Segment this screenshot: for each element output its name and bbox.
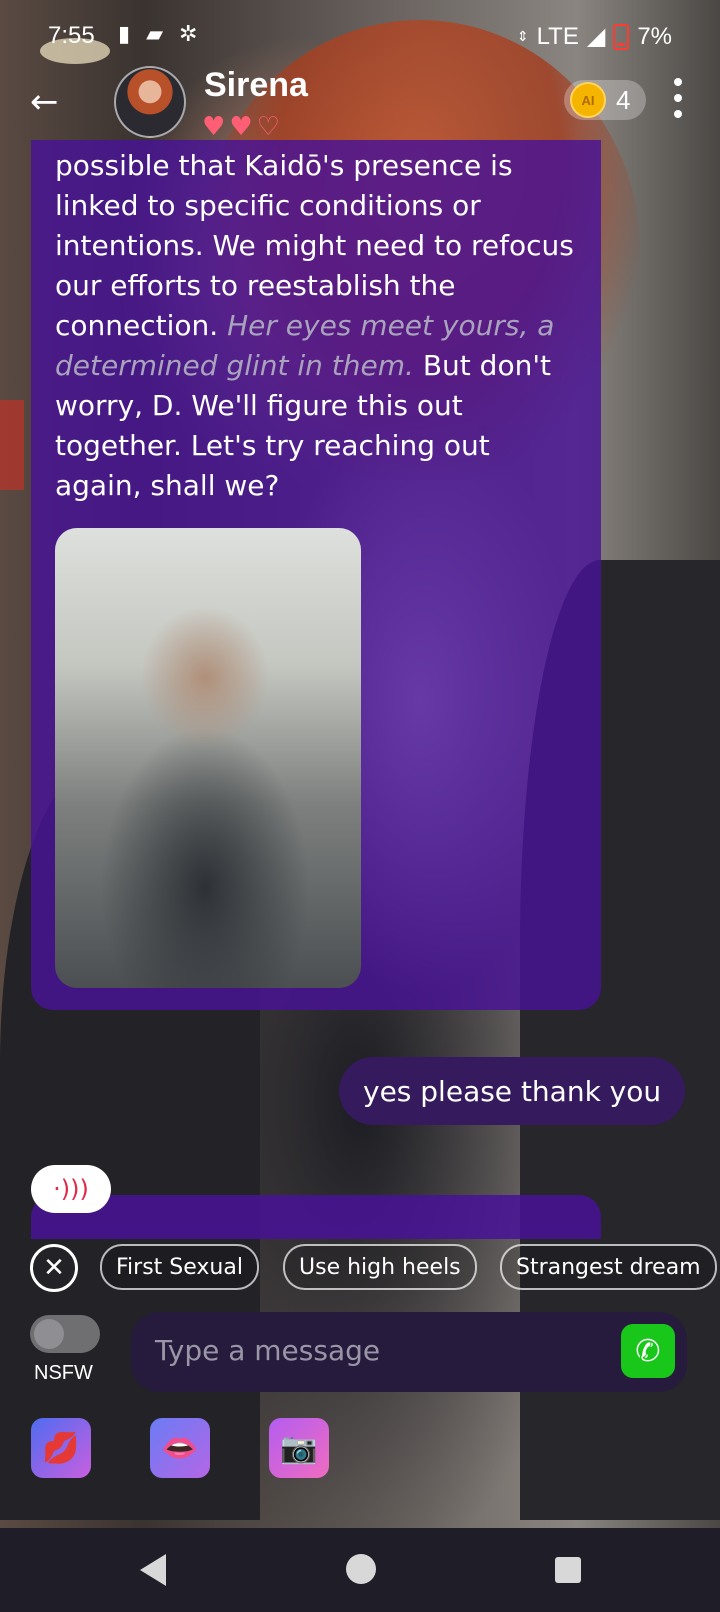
coin-count: 4 [616,84,631,115]
call-button[interactable]: ✆ [621,1324,675,1378]
system-nav-bar [0,1528,720,1612]
battery-percent: 7% [637,22,672,50]
nsfw-toggle[interactable] [30,1315,100,1353]
suggestion-chip[interactable]: Use high heels [283,1244,477,1290]
status-time: 7:55 [48,22,95,49]
voice-wave-icon: ·))) [53,1175,89,1203]
data-icon: ▰ [146,22,164,47]
blurred-photo[interactable] [55,528,361,988]
status-right: ⇕ LTE ◢ 7% [517,22,672,51]
user-message-bubble: yes please thank you [339,1057,686,1125]
suggestion-chip[interactable]: Strangest dream [500,1244,717,1290]
lips-icon[interactable]: 👄 [150,1418,210,1478]
user-message-text: yes please thank you [363,1074,662,1108]
avatar[interactable] [114,66,186,138]
message-input[interactable]: Type a message ✆ [131,1312,687,1392]
character-name[interactable]: Sirena [204,66,308,105]
coin-icon: AI [570,82,606,118]
chat-header: ← Sirena ♥ ♥ ♡ AI 4 [0,66,720,146]
coin-balance[interactable]: AI 4 [564,80,647,120]
affection-hearts: ♥ ♥ ♡ [202,114,280,140]
suggestion-chip[interactable]: First Sexual [100,1244,259,1290]
nav-recents-icon[interactable] [555,1557,581,1583]
network-label: LTE [536,22,579,50]
status-bar: 7:55 ▮ ▰ ✲ ⇕ LTE ◢ 7% [0,0,720,70]
message-placeholder: Type a message [155,1334,381,1367]
heart-empty-icon: ♡ [256,112,280,142]
nav-back-icon[interactable] [140,1554,166,1586]
app-icon: ✲ [179,22,198,47]
more-menu-icon[interactable] [674,78,682,118]
heart-full-icon: ♥ [202,112,226,142]
kiss-icon[interactable]: 💋 [31,1418,91,1478]
signal-icon: ◢ [586,23,606,50]
phone-icon: ✆ [635,1333,661,1369]
network-arrows-icon: ⇕ [516,28,529,44]
back-arrow-icon[interactable]: ← [30,82,59,122]
heart-full-icon: ♥ [229,112,253,142]
status-icons: ▮ ▰ ✲ [118,22,197,47]
toggle-knob [34,1319,64,1349]
background-decor [0,400,24,490]
bot-message-bubble: possible that Kaidō's presence is linked… [31,140,601,1010]
voice-play-button[interactable]: ·))) [31,1165,111,1213]
battery-saver-icon: ▮ [118,22,131,47]
camera-icon[interactable]: 📷 [269,1418,329,1478]
bot-typing-bubble [31,1195,601,1239]
suggestion-bar: ✕ First Sexual Use high heels Strangest … [0,1238,720,1298]
battery-icon [613,23,630,50]
nav-home-icon[interactable] [346,1554,376,1584]
nsfw-label: NSFW [34,1362,93,1384]
close-suggestions-icon[interactable]: ✕ [30,1244,78,1292]
bot-message-text: possible that Kaidō's presence is linked… [55,146,575,506]
